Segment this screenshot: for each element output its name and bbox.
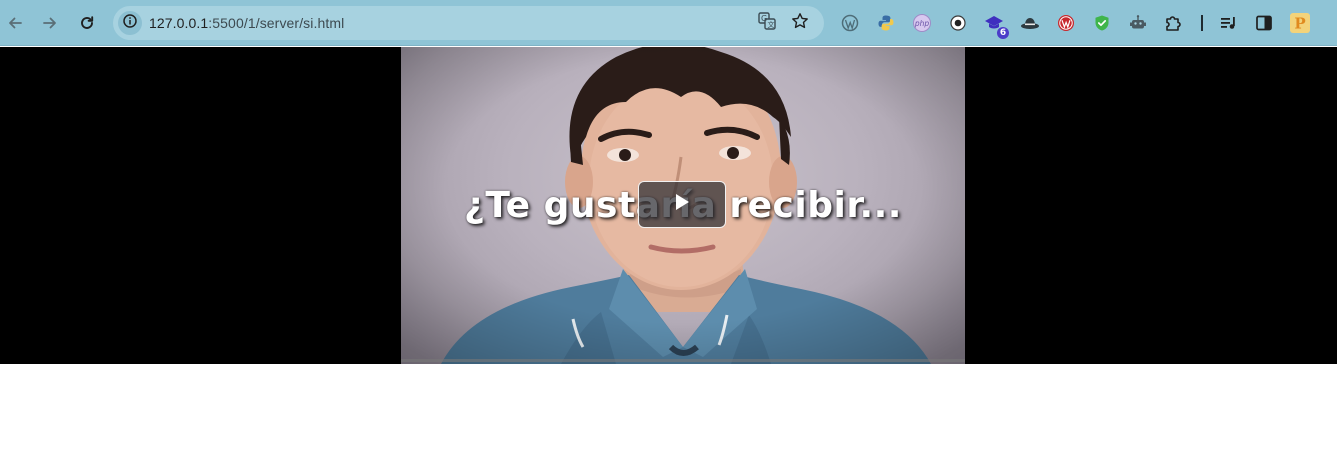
svg-text:G: G	[761, 14, 767, 23]
extension-badge: 6	[997, 27, 1009, 39]
svg-text:php: php	[914, 19, 930, 28]
arrow-left-icon	[7, 15, 23, 31]
page-blank-area	[0, 364, 1337, 472]
arrow-right-icon	[42, 15, 58, 31]
php-icon[interactable]: php	[911, 12, 933, 34]
media-queue-icon[interactable]	[1218, 12, 1240, 34]
url-text[interactable]: 127.0.0.1:5500/1/server/si.html	[149, 15, 344, 31]
record-icon[interactable]	[947, 12, 969, 34]
video-progress-bar[interactable]	[401, 359, 965, 362]
bookmark-button[interactable]	[790, 12, 810, 35]
url-host: 127.0.0.1	[149, 15, 209, 31]
address-bar[interactable]: 127.0.0.1:5500/1/server/si.html G文	[113, 6, 824, 40]
python-icon[interactable]	[875, 12, 897, 34]
puzzle-icon[interactable]	[1163, 12, 1185, 34]
wordpress-icon[interactable]	[839, 12, 861, 34]
back-button[interactable]	[0, 8, 30, 38]
toolbar-separator	[1201, 15, 1203, 31]
graduation-cap-icon[interactable]: 6	[983, 12, 1009, 39]
side-panel-icon[interactable]	[1253, 12, 1275, 34]
translate-icon: G文	[758, 11, 776, 35]
robot-icon[interactable]	[1127, 12, 1149, 34]
hat-icon[interactable]	[1019, 12, 1041, 34]
forward-button[interactable]	[35, 8, 65, 38]
wordpress-red-icon[interactable]	[1055, 12, 1077, 34]
svg-text:文: 文	[768, 20, 775, 29]
translate-button[interactable]: G文	[757, 11, 777, 35]
profile-icon[interactable]: P	[1289, 12, 1311, 34]
star-icon	[791, 12, 809, 35]
shield-check-icon[interactable]	[1091, 12, 1113, 34]
info-icon	[123, 13, 137, 33]
video-player[interactable]: ¿Te gustaría recibir...	[401, 47, 965, 364]
url-path: :5500/1/server/si.html	[208, 15, 345, 31]
svg-text:P: P	[1294, 15, 1305, 33]
site-info-button[interactable]	[118, 11, 142, 35]
reload-button[interactable]	[72, 8, 102, 38]
play-icon	[673, 192, 691, 217]
play-button[interactable]	[638, 181, 726, 228]
video-stage: ¿Te gustaría recibir...	[0, 47, 1337, 364]
reload-icon	[79, 15, 95, 31]
browser-toolbar: 127.0.0.1:5500/1/server/si.html G文 php 6	[0, 0, 1337, 46]
